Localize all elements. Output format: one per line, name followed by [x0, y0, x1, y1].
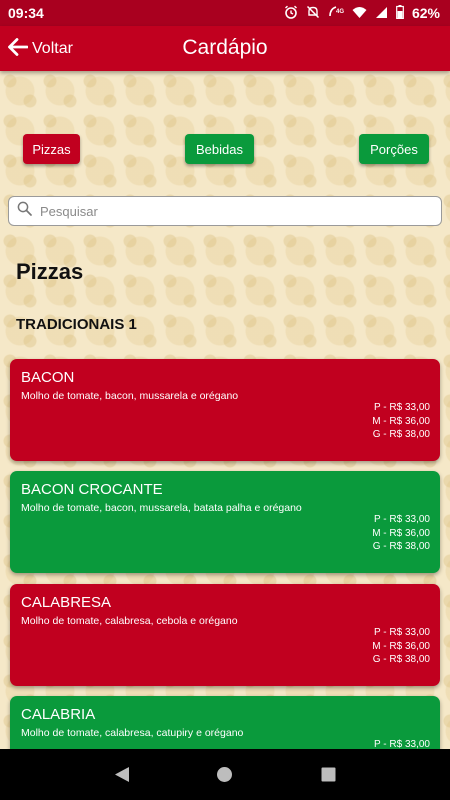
category-bebidas-button[interactable]: Bebidas	[185, 134, 254, 164]
item-name: BACON CROCANTE	[21, 481, 163, 498]
menu-item-card[interactable]: CALABRESA Molho de tomate, calabresa, ce…	[10, 584, 440, 686]
price-large: G - R$ 38,00	[372, 541, 430, 552]
search-icon	[17, 201, 32, 221]
item-prices: P - R$ 33,00 M - R$ 36,00 G - R$ 38,00	[372, 401, 430, 442]
item-name: CALABRESA	[21, 594, 112, 611]
back-label: Voltar	[32, 40, 73, 57]
back-button[interactable]: Voltar	[8, 34, 73, 64]
category-porcoes-button[interactable]: Porções	[359, 134, 429, 164]
status-time: 09:34	[8, 5, 44, 21]
wifi-icon	[352, 6, 367, 21]
search-bar[interactable]	[8, 196, 442, 226]
battery-percent: 62%	[411, 5, 440, 21]
item-prices: P - R$ 33,00	[374, 738, 430, 749]
menu-item-card[interactable]: BACON CROCANTE Molho de tomate, bacon, m…	[10, 471, 440, 573]
item-name: CALABRIA	[21, 706, 96, 723]
alarm-icon	[284, 5, 298, 21]
price-large: G - R$ 38,00	[372, 429, 430, 440]
mute-icon	[306, 5, 320, 21]
item-prices: P - R$ 33,00 M - R$ 36,00 G - R$ 38,00	[372, 513, 430, 554]
category-pizzas-button[interactable]: Pizzas	[23, 134, 80, 164]
search-input[interactable]	[40, 203, 420, 219]
arrow-left-icon	[8, 37, 29, 61]
menu-item-card[interactable]: CALABRIA Molho de tomate, calabresa, cat…	[10, 696, 440, 749]
section-title: Pizzas	[16, 259, 84, 284]
svg-text:4G: 4G	[336, 9, 344, 15]
cell-signal-icon	[375, 6, 388, 21]
price-small: P - R$ 33,00	[374, 739, 430, 749]
back-triangle-icon[interactable]	[110, 763, 134, 787]
price-medium: M - R$ 36,00	[372, 527, 430, 539]
item-description: Molho de tomate, calabresa, catupiry e o…	[21, 727, 244, 739]
item-name: BACON	[21, 369, 75, 386]
navigation-bar	[0, 749, 450, 800]
item-prices: P - R$ 33,00 M - R$ 36,00 G - R$ 38,00	[372, 626, 430, 667]
subsection-title: TRADICIONAIS 1	[16, 316, 137, 333]
price-medium: M - R$ 36,00	[372, 415, 430, 427]
price-small: P - R$ 33,00	[374, 627, 430, 638]
status-icons: 4G 62%	[284, 5, 440, 21]
app-bar: Voltar Cardápio	[0, 26, 450, 71]
recents-square-icon[interactable]	[316, 763, 340, 787]
menu-content[interactable]: Pizzas Bebidas Porções Pizzas TRADICIONA…	[0, 71, 450, 749]
price-medium: M - R$ 36,00	[372, 640, 430, 652]
item-description: Molho de tomate, bacon, mussarela, batat…	[21, 502, 302, 514]
battery-icon	[396, 5, 404, 21]
item-description: Molho de tomate, calabresa, cebola e oré…	[21, 615, 238, 627]
price-large: G - R$ 38,00	[372, 654, 430, 665]
status-bar: 09:34 4G 62%	[0, 0, 450, 26]
home-circle-icon[interactable]	[213, 763, 237, 787]
price-small: P - R$ 33,00	[374, 402, 430, 413]
price-small: P - R$ 33,00	[374, 514, 430, 525]
item-description: Molho de tomate, bacon, mussarela e orég…	[21, 390, 239, 402]
signal-4g-icon: 4G	[328, 5, 344, 21]
menu-item-card[interactable]: BACON Molho de tomate, bacon, mussarela …	[10, 359, 440, 461]
